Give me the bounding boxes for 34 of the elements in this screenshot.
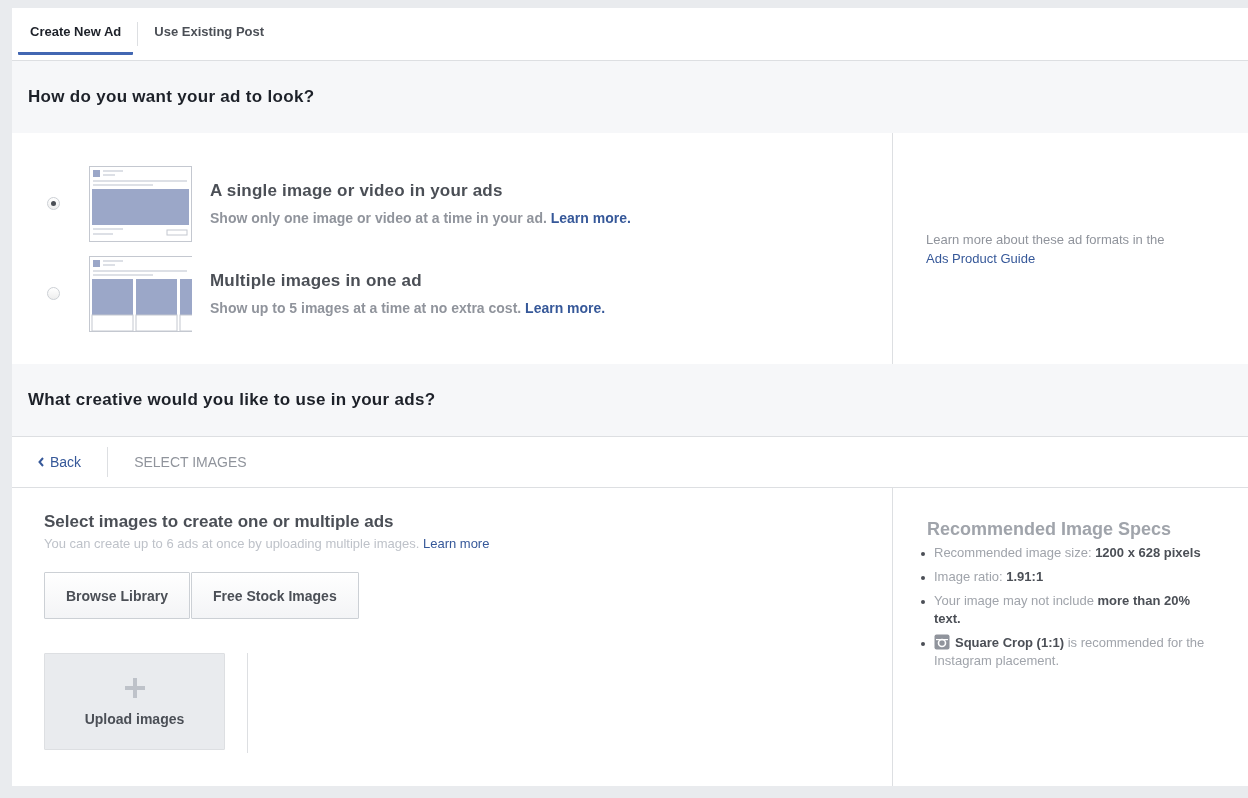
upload-images-button[interactable]: Upload images <box>44 653 225 750</box>
spec-text: Recommended image size: 1200 x 628 pixels <box>934 544 1201 562</box>
back-link[interactable]: Back <box>38 454 82 470</box>
learn-more-link[interactable]: Learn more <box>422 536 490 551</box>
format-description: Show only one image or video at a time in your ad. Learn more. <box>210 210 631 226</box>
section-heading: What creative would you like to use in your ads? <box>12 364 1248 436</box>
step-label: SELECT IMAGES <box>134 454 247 470</box>
format-title: A single image or video in your ads <box>210 181 504 201</box>
select-title: Select images to create one or multiple ads <box>44 512 395 532</box>
camera-icon <box>934 634 950 650</box>
learn-more-link[interactable]: Learn more. <box>550 210 631 226</box>
format-note: Learn more about these ad formats in the Ads Product Guide <box>926 230 1166 268</box>
radio-button[interactable] <box>47 197 60 210</box>
ads-guide-link[interactable]: Ads Product Guide <box>926 250 1036 266</box>
spec-text: Square Crop (1:1) is recommended for the Instagram placement. <box>934 634 1206 670</box>
format-description: Show up to 5 images at a time at no extra cost. Learn more. <box>210 300 606 316</box>
learn-more-link[interactable]: Learn more. <box>525 300 606 316</box>
plus-icon <box>123 676 146 699</box>
select-hint: You can create up to 6 ads at once by uploading multiple images. Learn more <box>44 536 491 551</box>
source-button[interactable]: Free Stock Images <box>190 572 359 619</box>
source-button[interactable]: Browse Library <box>44 572 190 619</box>
bullet-icon <box>921 600 925 604</box>
specs-title: Recommended Image Specs <box>927 520 1173 538</box>
bullet-icon <box>921 576 925 580</box>
bullet-icon <box>921 552 925 556</box>
tab[interactable]: Create New Ad <box>18 8 134 55</box>
radio-button[interactable] <box>47 287 60 300</box>
section-heading: How do you want your ad to look? <box>12 61 1248 133</box>
spec-text: Image ratio: 1.91:1 <box>934 568 1044 586</box>
chevron-left-icon <box>38 457 44 467</box>
tab[interactable]: Use Existing Post <box>142 8 277 55</box>
bullet-icon <box>921 642 925 646</box>
format-title: Multiple images in one ad <box>210 271 423 291</box>
spec-text: Your image may not include more than 20% text. <box>934 592 1192 628</box>
